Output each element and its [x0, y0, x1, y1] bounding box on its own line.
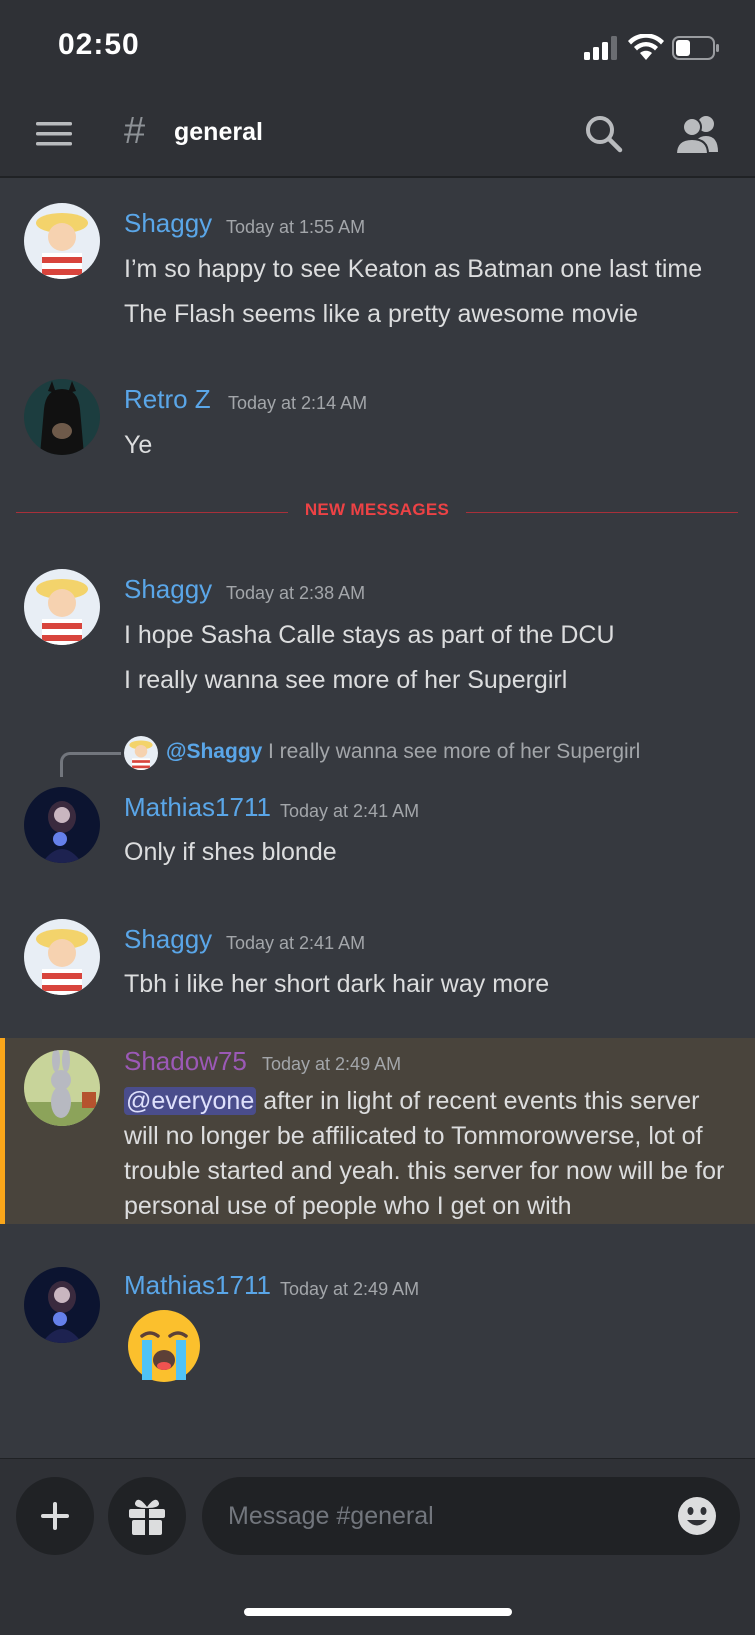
message-text: @everyone after in light of recent event…: [124, 1084, 734, 1224]
message-text: The Flash seems like a pretty awesome mo…: [124, 300, 639, 328]
message-timestamp: Today at 2:41 AM: [226, 933, 366, 953]
plus-icon: [41, 1502, 69, 1530]
reply-avatar: [124, 736, 158, 770]
new-messages-label: NEW MESSAGES: [288, 500, 466, 520]
status-time: 02:50: [58, 28, 140, 61]
message-text: Tbh i like her short dark hair way more: [124, 970, 550, 998]
message-text: Only if shes blonde: [124, 838, 337, 866]
reply-connector: [60, 752, 121, 777]
avatar-mathias1711[interactable]: [24, 787, 100, 863]
message-input[interactable]: [202, 1477, 740, 1555]
members-icon[interactable]: [672, 112, 724, 156]
avatar-shaggy[interactable]: [24, 203, 100, 279]
avatar-shaggy[interactable]: [24, 569, 100, 645]
search-icon[interactable]: [582, 112, 626, 156]
cellular-signal-icon: [584, 36, 617, 60]
message-author[interactable]: Shadow75: [124, 1046, 247, 1077]
message-author[interactable]: Shaggy: [124, 208, 212, 239]
channel-hash-icon: #: [124, 110, 146, 152]
battery-icon: [672, 36, 719, 60]
wifi-icon: [628, 34, 664, 60]
message-text: I really wanna see more of her Supergirl: [124, 666, 568, 694]
message-timestamp: Today at 2:49 AM: [262, 1054, 402, 1074]
message-text: I hope Sasha Calle stays as part of the …: [124, 621, 615, 649]
channel-name[interactable]: general: [174, 118, 263, 147]
avatar-mathias1711[interactable]: [24, 1267, 100, 1343]
message-text: I’m so happy to see Keaton as Batman one…: [124, 255, 703, 283]
attach-plus-button[interactable]: [16, 1477, 94, 1555]
home-indicator: [244, 1608, 512, 1616]
reply-preview-text[interactable]: I really wanna see more of her Supergirl: [268, 740, 640, 764]
message-timestamp: Today at 2:14 AM: [228, 393, 368, 413]
status-bar: 02:50: [0, 0, 755, 92]
message-timestamp: Today at 2:41 AM: [280, 801, 420, 821]
avatar-shadow75[interactable]: [24, 1050, 100, 1126]
message-timestamp: Today at 2:38 AM: [226, 583, 366, 603]
hamburger-menu-icon[interactable]: [32, 116, 76, 152]
avatar-retro-z[interactable]: [24, 379, 100, 455]
message-timestamp: Today at 2:49 AM: [280, 1279, 420, 1299]
reply-author[interactable]: @Shaggy: [166, 740, 262, 764]
avatar-shaggy[interactable]: [24, 919, 100, 995]
loudly-crying-face-icon: [128, 1310, 200, 1382]
message-author[interactable]: Mathias1711: [124, 1270, 271, 1301]
message-author[interactable]: Retro Z: [124, 384, 211, 415]
channel-header: # general: [0, 92, 755, 178]
message-author[interactable]: Shaggy: [124, 574, 212, 605]
gift-icon: [129, 1499, 165, 1535]
everyone-mention[interactable]: @everyone: [124, 1087, 257, 1115]
gift-button[interactable]: [108, 1477, 186, 1555]
message-author[interactable]: Shaggy: [124, 924, 212, 955]
message-timestamp: Today at 1:55 AM: [226, 217, 366, 237]
message-author[interactable]: Mathias1711: [124, 792, 271, 823]
emoji-picker-icon[interactable]: [676, 1495, 718, 1537]
message-text: Ye: [124, 431, 153, 459]
